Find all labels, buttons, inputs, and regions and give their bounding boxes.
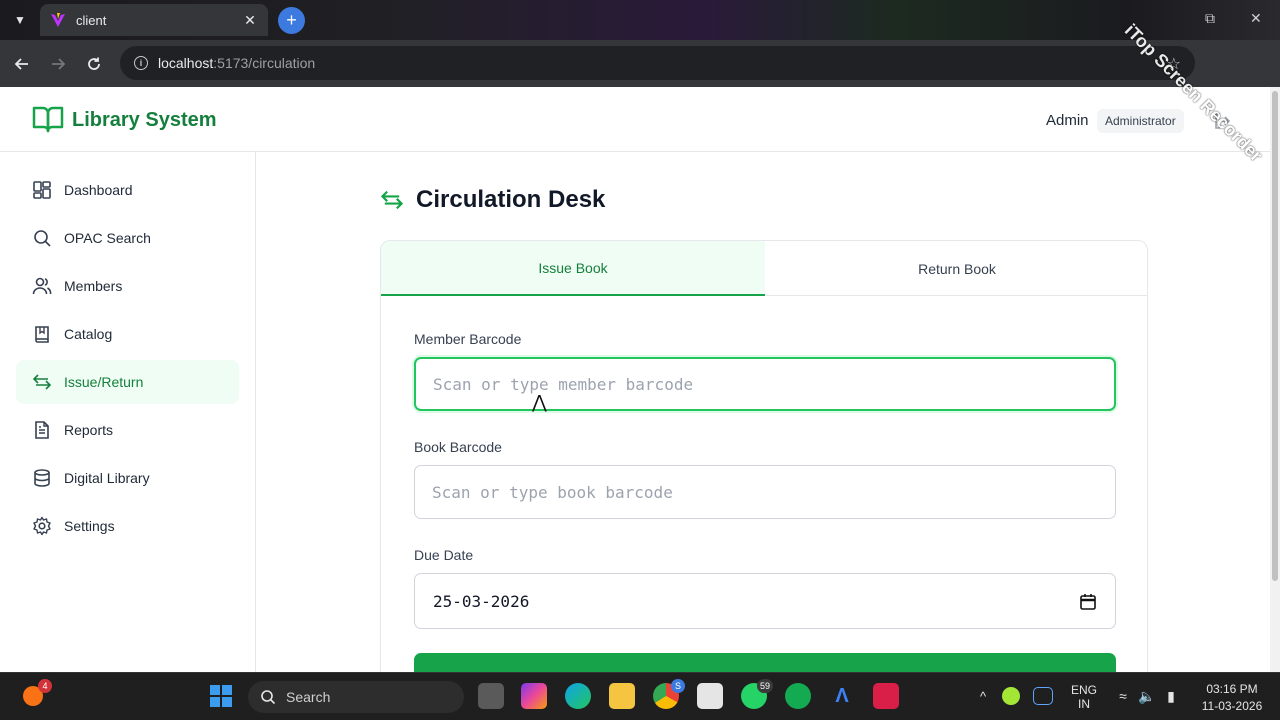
language-code: ENG <box>1070 683 1097 697</box>
open-book-logo-icon <box>32 106 64 133</box>
user-name: Admin <box>1046 112 1089 129</box>
azure-data-studio-icon[interactable]: Λ <box>829 683 855 709</box>
sidebar-item-opac-search[interactable]: OPAC Search <box>16 216 239 260</box>
swap-arrows-icon <box>32 374 52 390</box>
text-cursor-icon: ⋀ <box>532 392 547 413</box>
clock[interactable]: 03:16 PM 11-03-2026 <box>1192 682 1272 713</box>
forward-arrow-icon[interactable] <box>46 52 70 76</box>
microsoft-store-icon[interactable] <box>697 683 723 709</box>
chrome-profile-badge: S <box>671 679 685 693</box>
screen-recorder-icon[interactable] <box>873 683 899 709</box>
sidebar-item-issue-return[interactable]: Issue/Return <box>16 360 239 404</box>
tray-app-icon[interactable] <box>1002 687 1020 705</box>
mongodb-compass-icon[interactable] <box>785 683 811 709</box>
sidebar-item-members[interactable]: Members <box>16 264 239 308</box>
scrollbar-thumb[interactable] <box>1272 91 1278 581</box>
due-date-value: 25-03-2026 <box>433 591 530 611</box>
sidebar-item-label: OPAC Search <box>64 230 151 246</box>
whatsapp-icon[interactable]: 59 <box>741 679 773 709</box>
calendar-icon[interactable] <box>1079 593 1097 611</box>
sidebar-item-label: Settings <box>64 518 115 534</box>
reload-icon[interactable] <box>82 52 106 76</box>
whatsapp-badge: 59 <box>756 679 773 693</box>
chrome-icon[interactable]: S <box>653 679 685 709</box>
member-barcode-label: Member Barcode <box>414 331 522 347</box>
sidebar-item-label: Digital Library <box>64 470 150 486</box>
copilot-icon[interactable] <box>521 683 547 709</box>
sidebar-item-settings[interactable]: Settings <box>16 504 239 548</box>
page-title: Circulation Desk <box>416 186 606 213</box>
windows-start-icon[interactable] <box>208 683 234 709</box>
sidebar-item-digital-library[interactable]: Digital Library <box>16 456 239 500</box>
notification-badge: 4 <box>38 679 52 693</box>
sidebar-item-label: Dashboard <box>64 182 133 198</box>
notification-orb-icon[interactable]: 4 <box>20 679 52 709</box>
volume-muted-icon[interactable]: 🔈 <box>1134 683 1160 709</box>
book-icon <box>35 326 49 343</box>
page-scrollbar[interactable] <box>1270 87 1280 672</box>
sidebar-item-label: Issue/Return <box>64 374 144 390</box>
database-icon <box>34 469 50 487</box>
dashboard-icon <box>33 181 51 199</box>
due-date-input[interactable]: 25-03-2026 <box>414 573 1116 629</box>
region-code: IN <box>1078 697 1090 711</box>
member-barcode-input[interactable] <box>414 357 1116 411</box>
gear-icon <box>33 516 51 536</box>
tray-chevron-up-icon[interactable]: ^ <box>970 683 996 709</box>
role-badge: Administrator <box>1097 109 1184 133</box>
language-indicator[interactable]: ENG IN <box>1066 683 1102 711</box>
sidebar-item-dashboard[interactable]: Dashboard <box>16 168 239 212</box>
url-path: :5173/circulation <box>213 55 316 71</box>
sidebar-item-label: Members <box>64 278 123 294</box>
onedrive-icon[interactable] <box>1033 687 1053 705</box>
app-header: Library System Admin Administrator <box>0 87 1270 152</box>
book-barcode-label: Book Barcode <box>414 439 502 455</box>
tab-issue-book[interactable]: Issue Book <box>381 241 765 296</box>
task-view-icon[interactable] <box>478 683 504 709</box>
sidebar-item-catalog[interactable]: Catalog <box>16 312 239 356</box>
search-icon <box>34 230 51 247</box>
tab-title: client <box>76 12 107 28</box>
sidebar-item-label: Reports <box>64 422 114 438</box>
brand-title: Library System <box>72 109 217 131</box>
sidebar-item-label: Catalog <box>64 326 113 342</box>
url-host: localhost <box>158 55 214 71</box>
circulation-tabs: Issue Book Return Book <box>381 241 1147 296</box>
search-icon <box>261 690 276 705</box>
page-title-group: Circulation Desk <box>380 186 605 214</box>
browser-tab[interactable]: client ✕ <box>40 4 268 36</box>
restore-window-icon[interactable]: ⧉ <box>1205 10 1215 27</box>
tab-close-icon[interactable]: ✕ <box>242 12 258 29</box>
clock-date: 11-03-2026 <box>1201 699 1263 713</box>
browser-address-bar: i localhost:5173/circulation ☆ <box>0 40 1280 87</box>
back-arrow-icon[interactable] <box>10 52 34 76</box>
swap-arrows-icon <box>380 190 404 210</box>
tab-return-book[interactable]: Return Book <box>765 241 1147 296</box>
vite-favicon-icon <box>51 13 65 27</box>
battery-icon[interactable]: ▮ <box>1158 683 1184 709</box>
close-window-icon[interactable]: ✕ <box>1250 10 1262 27</box>
users-icon <box>32 277 52 295</box>
book-barcode-input[interactable] <box>414 465 1116 519</box>
new-tab-button[interactable]: + <box>278 7 305 34</box>
sidebar: Dashboard OPAC Search Members Catalog Is… <box>0 152 256 672</box>
edge-browser-icon[interactable] <box>565 683 591 709</box>
taskbar-search[interactable]: Search <box>248 681 464 713</box>
browser-tab-bar: ▼ client ✕ + ⧉ ✕ <box>0 0 1280 40</box>
url-input[interactable]: i localhost:5173/circulation ☆ <box>120 46 1195 80</box>
clock-time: 03:16 PM <box>1206 682 1258 696</box>
tab-search-chevron-icon[interactable]: ▼ <box>8 8 32 32</box>
document-icon <box>35 421 49 439</box>
circulation-card: Issue Book Return Book Member Barcode Bo… <box>380 240 1148 680</box>
file-explorer-icon[interactable] <box>609 683 635 709</box>
taskbar-search-label: Search <box>286 689 331 705</box>
windows-taskbar: 4 Search S 59 Λ ^ ENG IN ≈ 🔈 ▮ 03:16 PM … <box>0 672 1280 720</box>
sidebar-item-reports[interactable]: Reports <box>16 408 239 452</box>
site-info-icon[interactable]: i <box>134 56 148 70</box>
due-date-label: Due Date <box>414 547 474 563</box>
wifi-icon[interactable]: ≈ <box>1110 683 1136 709</box>
